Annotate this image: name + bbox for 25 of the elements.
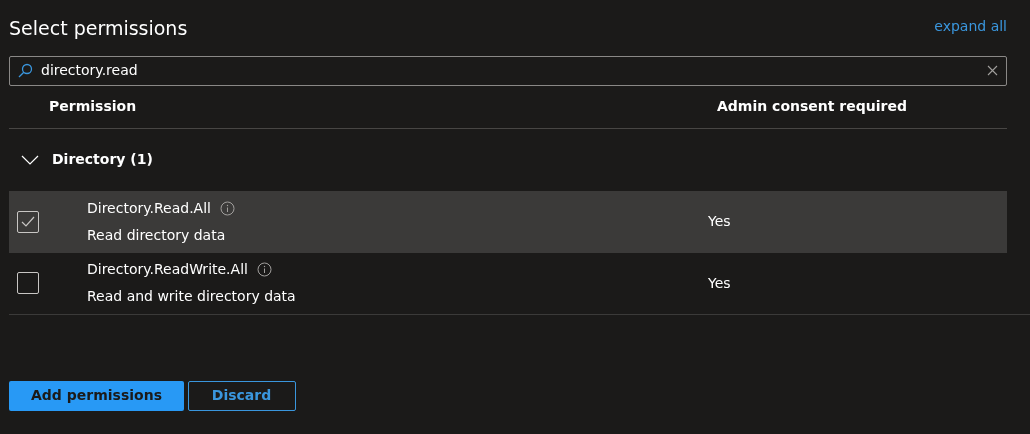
permission-name: Directory.Read.All (87, 198, 211, 218)
admin-consent-value: Yes (708, 212, 731, 231)
checkbox[interactable] (17, 210, 39, 233)
group-label[interactable]: Directory (1) (52, 149, 153, 170)
dialog-title: Select permissions (9, 16, 188, 41)
permission-name: Directory.ReadWrite.All (87, 260, 248, 279)
checkmark-icon (21, 216, 35, 227)
chevron-down-icon[interactable] (21, 154, 39, 165)
search-field[interactable]: directory.read (33, 59, 987, 82)
permission-description: Read and write directory data (87, 287, 297, 306)
info-icon[interactable] (219, 200, 235, 216)
add-permissions-button[interactable]: Add permissions (9, 380, 184, 411)
clear-icon[interactable] (987, 65, 998, 76)
column-header: Permission (48, 97, 138, 116)
permission-row[interactable]: Directory.Read.All Read directory data Yes (9, 190, 1007, 253)
permission-description: Read directory data (87, 225, 227, 245)
expand-all-link[interactable]: expand all (934, 16, 1007, 37)
permission-row[interactable]: Directory.ReadWrite.All Read and write directory data Yes (9, 252, 1030, 315)
admin-consent-value: Yes (708, 273, 731, 293)
search-box[interactable]: directory.read (9, 55, 1007, 86)
column-header: Admin consent required (717, 97, 907, 116)
checkbox[interactable] (17, 272, 39, 294)
info-icon[interactable] (256, 262, 272, 277)
search-icon (18, 63, 33, 78)
discard-button[interactable]: Discard (187, 380, 296, 411)
